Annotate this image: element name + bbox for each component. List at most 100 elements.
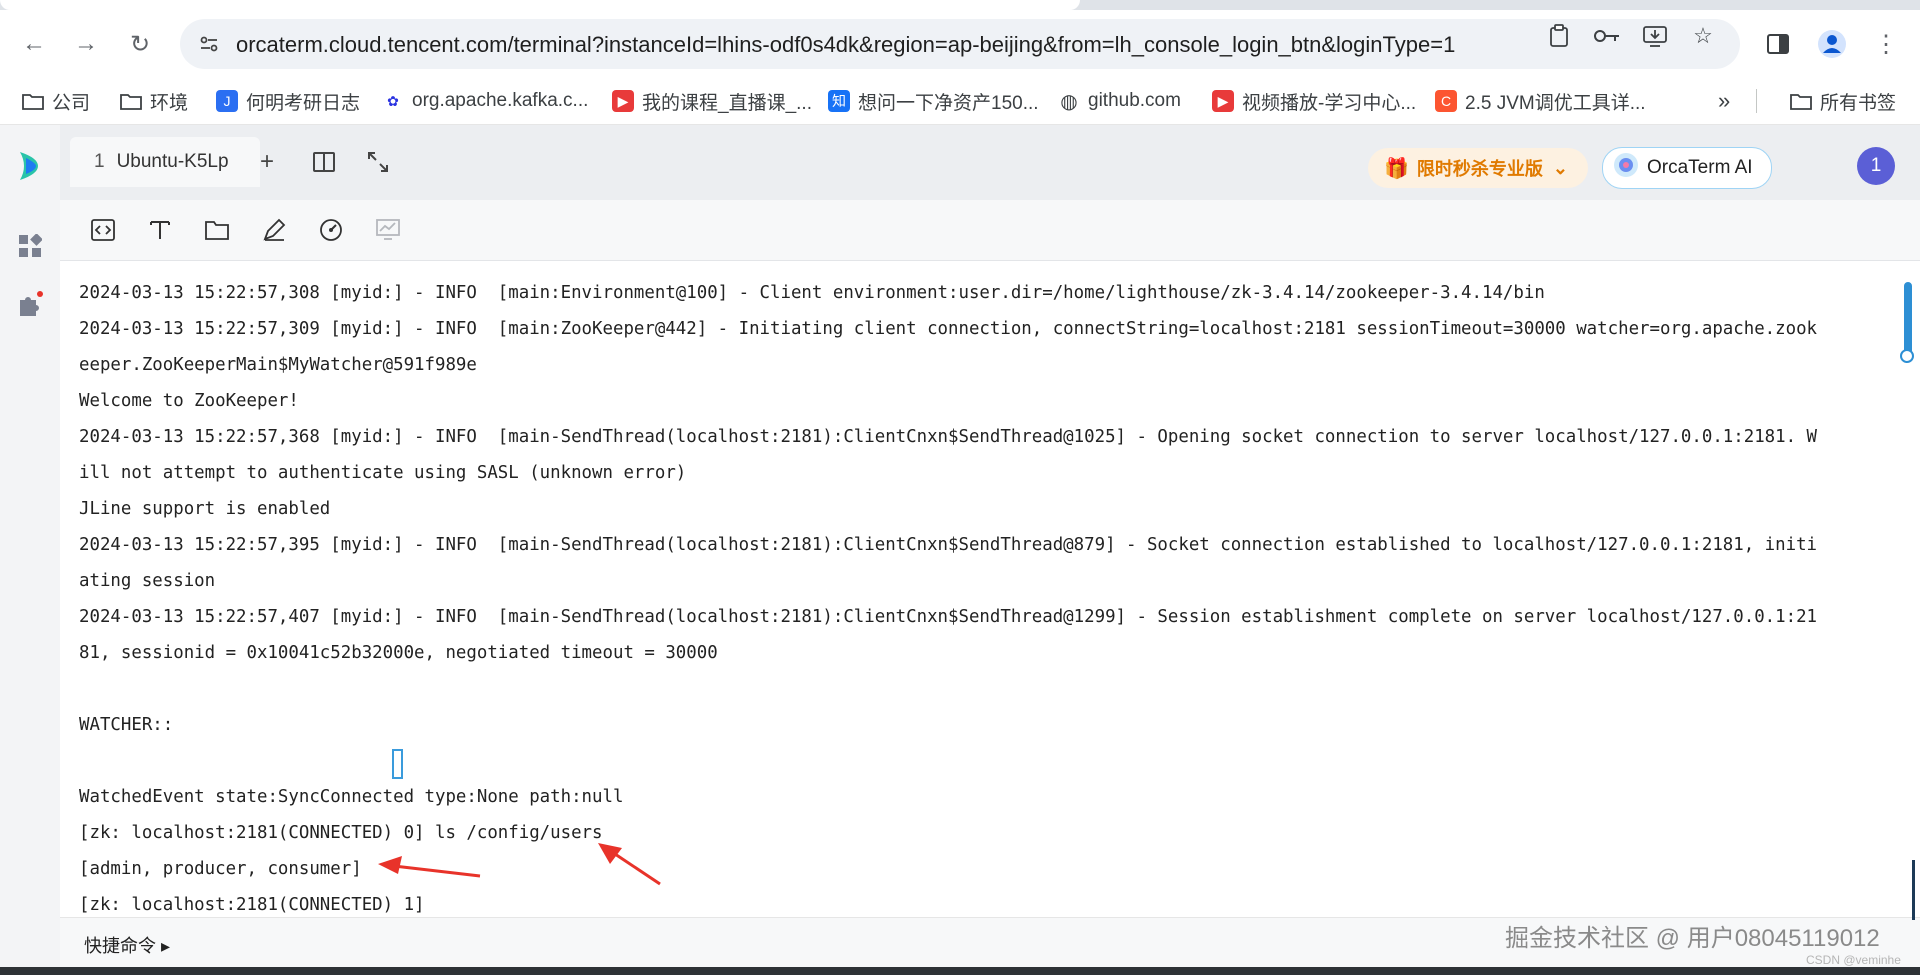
- bookmark-label: 想问一下净资产150...: [858, 92, 1039, 114]
- terminal-line: Welcome to ZooKeeper!: [79, 391, 299, 411]
- zhihu-icon: 知: [828, 90, 850, 112]
- performance-chart-icon[interactable]: [372, 214, 404, 246]
- more-bookmarks-icon[interactable]: »: [1718, 88, 1730, 114]
- globe-icon: ◍: [1058, 90, 1080, 113]
- bookmark-item[interactable]: J 何明考研日志: [216, 88, 360, 114]
- ai-logo-icon: [1613, 152, 1639, 184]
- video-icon: ▶: [612, 90, 634, 112]
- bookmark-label: 2.5 JVM调优工具详...: [1465, 92, 1646, 114]
- page-scrollbar[interactable]: [1912, 860, 1915, 920]
- bookmark-label: 公司: [52, 92, 91, 114]
- terminal-scrollbar-thumb[interactable]: [1904, 282, 1912, 356]
- password-key-icon[interactable]: [1591, 20, 1623, 52]
- terminal-line: WATCHER::: [79, 715, 174, 735]
- add-tab-icon[interactable]: +: [250, 145, 284, 179]
- bookmark-label: github.com: [1088, 90, 1181, 111]
- terminal-line: 2024-03-13 15:22:57,407 [myid:] - INFO […: [79, 607, 1818, 627]
- gift-icon: 🎁: [1384, 157, 1409, 180]
- notes-icon: J: [216, 90, 238, 112]
- bookmark-label: 环境: [150, 92, 189, 114]
- folder-icon: [22, 90, 44, 112]
- video-icon: ▶: [1212, 90, 1234, 112]
- tab-label: Ubuntu-K5Lp: [116, 151, 229, 172]
- terminal-line: 2024-03-13 15:22:57,309 [myid:] - INFO […: [79, 319, 1818, 339]
- browser-menu-icon[interactable]: ⋮: [1866, 24, 1906, 64]
- bookmarks-bar: 公司 环境 J 何明考研日志 ✿ org.apache.kafka.c... ▶…: [0, 78, 1920, 125]
- folder-icon: [1790, 90, 1812, 112]
- file-manager-icon[interactable]: [201, 214, 233, 246]
- terminal-tab-bar: 1 Ubuntu-K5Lp + 🎁 限时秒杀专业版 ⌄ OrcaTerm AI …: [60, 125, 1920, 200]
- chevron-down-icon: ⌄: [1552, 157, 1568, 178]
- monitor-gauge-icon[interactable]: [315, 214, 347, 246]
- address-bar[interactable]: orcaterm.cloud.tencent.com/terminal?inst…: [180, 19, 1740, 69]
- site-info-icon[interactable]: [194, 29, 224, 59]
- orcaterm-ai-button[interactable]: OrcaTerm AI: [1602, 147, 1772, 189]
- terminal-line: [zk: localhost:2181(CONNECTED) 0] ls /co…: [79, 823, 603, 843]
- back-icon[interactable]: ←: [14, 24, 54, 64]
- bookmark-item[interactable]: 公司: [22, 88, 90, 114]
- reload-icon[interactable]: ↻: [120, 24, 160, 64]
- terminal-line: eeper.ZooKeeperMain$MyWatcher@591f989e: [79, 355, 477, 375]
- browser-toolbar: ← → ↻ orcaterm.cloud.tencent.com/termina…: [0, 10, 1920, 78]
- terminal-line: WatchedEvent state:SyncConnected type:No…: [79, 787, 624, 807]
- quick-commands-button[interactable]: 快捷命令 ▸: [84, 932, 170, 958]
- bookmark-label: org.apache.kafka.c...: [412, 90, 589, 111]
- terminal-line: ill not attempt to authenticate using SA…: [79, 463, 687, 483]
- text-format-icon[interactable]: [144, 214, 176, 246]
- left-rail: [0, 125, 60, 975]
- forward-icon[interactable]: →: [66, 24, 106, 64]
- bookmark-item[interactable]: ▶ 视频播放-学习中心...: [1212, 88, 1416, 114]
- apps-grid-icon[interactable]: [15, 231, 45, 261]
- ai-label: OrcaTerm AI: [1647, 157, 1753, 178]
- terminal-toolbar: [60, 200, 1920, 261]
- clipboard-icon[interactable]: [1543, 20, 1575, 52]
- baidu-paw-icon: ✿: [382, 90, 404, 112]
- terminal-line: [zk: localhost:2181(CONNECTED) 1]: [79, 895, 435, 915]
- terminal-line: 2024-03-13 15:22:57,395 [myid:] - INFO […: [79, 535, 1818, 555]
- terminal-line: JLine support is enabled: [79, 499, 331, 519]
- csdn-icon: C: [1435, 90, 1457, 112]
- orcaterm-logo-icon[interactable]: [15, 151, 45, 181]
- browser-tab-strip: [0, 0, 1920, 10]
- bookmarks-divider: [1756, 89, 1757, 113]
- bookmark-item[interactable]: 知 想问一下净资产150...: [828, 88, 1039, 114]
- bookmark-label: 我的课程_直播课_...: [642, 92, 812, 114]
- all-bookmarks[interactable]: 所有书签: [1790, 88, 1896, 114]
- window-bottom-edge: [0, 967, 1920, 975]
- bookmark-star-icon[interactable]: ☆: [1687, 20, 1719, 52]
- bookmark-label: 所有书签: [1820, 92, 1897, 114]
- terminal-line: 2024-03-13 15:22:57,308 [myid:] - INFO […: [79, 283, 1545, 303]
- bookmark-item[interactable]: C 2.5 JVM调优工具详...: [1435, 88, 1646, 114]
- profile-avatar-icon[interactable]: [1812, 24, 1852, 64]
- terminal-line: 81, sessionid = 0x10041c52b32000e, negot…: [79, 643, 718, 663]
- promo-button[interactable]: 🎁 限时秒杀专业版 ⌄: [1368, 148, 1588, 188]
- edit-pen-icon[interactable]: [258, 214, 290, 246]
- split-view-icon[interactable]: [307, 145, 341, 179]
- terminal-line: [admin, producer, consumer]: [79, 859, 362, 879]
- terminal-output[interactable]: 2024-03-13 15:22:57,308 [myid:] - INFO […: [60, 261, 1920, 917]
- terminal-cursor: [392, 749, 403, 779]
- watermark: 掘金技术社区 @ 用户08045119012: [1505, 925, 1880, 952]
- plugin-icon[interactable]: [15, 289, 45, 319]
- terminal-tab[interactable]: 1 Ubuntu-K5Lp: [70, 137, 260, 187]
- bookmark-item[interactable]: ✿ org.apache.kafka.c...: [382, 88, 588, 114]
- tab-index: 1: [94, 151, 105, 172]
- active-browser-tab[interactable]: [0, 0, 1080, 10]
- fullscreen-icon[interactable]: [361, 145, 395, 179]
- user-avatar[interactable]: 1: [1857, 147, 1895, 185]
- terminal-line: 2024-03-13 15:22:57,368 [myid:] - INFO […: [79, 427, 1818, 447]
- promo-label: 限时秒杀专业版: [1416, 159, 1543, 179]
- folder-icon: [120, 90, 142, 112]
- bookmark-item[interactable]: ◍ github.com: [1058, 88, 1181, 114]
- terminal-scrollbar-handle[interactable]: [1900, 349, 1914, 363]
- code-snippet-icon[interactable]: [87, 214, 119, 246]
- side-panel-icon[interactable]: [1758, 24, 1798, 64]
- bookmark-label: 何明考研日志: [246, 92, 361, 114]
- url-text: orcaterm.cloud.tencent.com/terminal?inst…: [236, 32, 1456, 57]
- avatar-initial: 1: [1870, 155, 1882, 176]
- orcaterm-app: 1 Ubuntu-K5Lp + 🎁 限时秒杀专业版 ⌄ OrcaTerm AI …: [0, 125, 1920, 975]
- bookmark-item[interactable]: ▶ 我的课程_直播课_...: [612, 88, 812, 114]
- install-app-icon[interactable]: [1639, 20, 1671, 52]
- watermark-small: CSDN @veminhe: [1806, 953, 1901, 967]
- bookmark-item[interactable]: 环境: [120, 88, 188, 114]
